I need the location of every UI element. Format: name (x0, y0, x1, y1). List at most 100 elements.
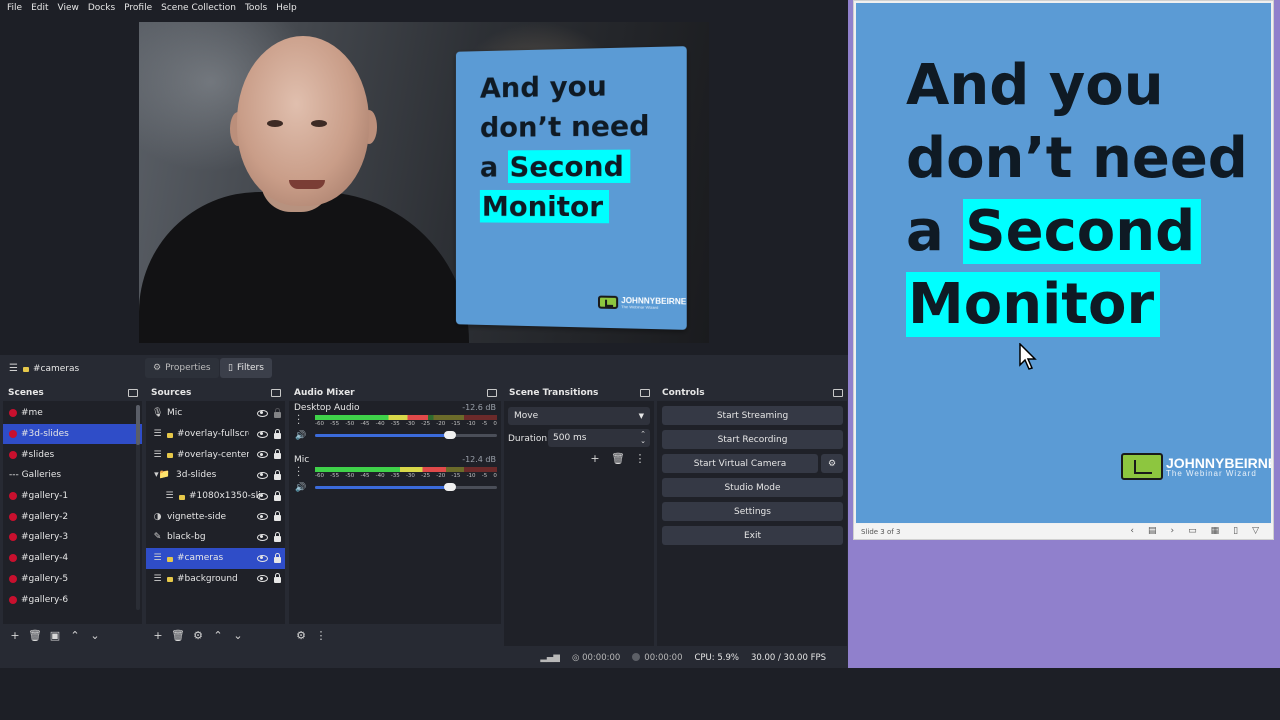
scene-item[interactable]: #slides (3, 444, 142, 465)
scene-item[interactable]: #gallery-5 (3, 569, 142, 590)
source-item[interactable]: ✎ black-bg (146, 527, 285, 548)
scene-item[interactable]: --- Galleries (3, 465, 142, 486)
scene-item[interactable]: #gallery-4 (3, 548, 142, 569)
slide-grid-icon[interactable]: ▤ (1148, 526, 1157, 536)
source-item[interactable]: ☰ #1080x1350-sli (146, 486, 285, 507)
meter-tick-label: -30 (405, 421, 415, 427)
menu-edit[interactable]: Edit (28, 3, 54, 13)
visibility-eye-icon[interactable] (257, 554, 268, 562)
lock-toggle-icon[interactable] (274, 552, 281, 563)
visibility-eye-icon[interactable] (257, 471, 268, 479)
previous-slide-icon[interactable]: ‹ (1130, 526, 1134, 536)
transition-menu-button[interactable]: ⋮ (633, 451, 647, 465)
menu-docks[interactable]: Docks (85, 3, 121, 13)
add-scene-button[interactable]: + (8, 628, 22, 642)
next-slide-icon[interactable]: › (1170, 526, 1174, 536)
source-item[interactable]: ▾📁 3d-slides (146, 465, 285, 486)
scene-item[interactable]: #gallery-6 (3, 589, 142, 610)
start-virtual-camera-button[interactable]: Start Virtual Camera (662, 454, 818, 473)
lock-toggle-icon[interactable] (274, 469, 281, 480)
slideshow-icon[interactable]: ▽ (1252, 526, 1259, 536)
lock-toggle-icon[interactable] (274, 531, 281, 542)
move-scene-up-button[interactable]: ⌃ (68, 628, 82, 642)
lock-toggle-icon[interactable] (274, 573, 281, 584)
source-item[interactable]: 🎙 Mic (146, 403, 285, 424)
scene-item[interactable]: #gallery-3 (3, 527, 142, 548)
source-item[interactable]: ◑ vignette-side (146, 506, 285, 527)
menu-tools[interactable]: Tools (242, 3, 273, 13)
lock-toggle-icon[interactable] (274, 449, 281, 460)
duration-spinbox[interactable]: 500 ms ⌃ ⌄ (548, 429, 650, 447)
visibility-eye-icon[interactable] (257, 533, 268, 541)
lock-toggle-icon[interactable] (274, 428, 281, 439)
volume-meter (315, 467, 497, 472)
reading-view-icon[interactable]: ▯ (1233, 526, 1238, 536)
source-item[interactable]: ☰ #background (146, 569, 285, 590)
audio-mixer-title: Audio Mixer (294, 387, 355, 398)
source-item[interactable]: ☰ #overlay-fullscree (146, 424, 285, 445)
move-source-up-button[interactable]: ⌃ (211, 628, 225, 642)
visibility-eye-icon[interactable] (257, 575, 268, 583)
menu-scene-collection[interactable]: Scene Collection (158, 3, 242, 13)
source-item[interactable]: ☰ #overlay-center (146, 444, 285, 465)
scene-item[interactable]: #gallery-2 (3, 506, 142, 527)
slide-canvas[interactable]: And you don’t need a Second Monitor JOHN… (856, 3, 1271, 523)
slide-sorter-icon[interactable]: ▦ (1211, 526, 1220, 536)
exit-button[interactable]: Exit (662, 526, 843, 545)
start-recording-button[interactable]: Start Recording (662, 430, 843, 449)
speaker-icon[interactable]: 🔊 (295, 483, 306, 493)
image-icon: ◑ (153, 511, 162, 522)
normal-view-icon[interactable]: ▭ (1188, 526, 1197, 536)
filters-button[interactable]: ▯ Filters (220, 358, 272, 378)
move-source-down-button[interactable]: ⌄ (231, 628, 245, 642)
source-item[interactable]: ☰ #cameras (146, 547, 285, 569)
virtual-camera-settings-button[interactable]: ⚙ (821, 454, 843, 473)
channel-menu-icon[interactable]: · · · (297, 464, 301, 482)
menu-profile[interactable]: Profile (121, 3, 158, 13)
visibility-eye-icon[interactable] (257, 513, 268, 521)
source-label: #overlay-center (177, 449, 249, 460)
transition-select[interactable]: Move ▼ (508, 407, 650, 425)
visibility-eye-icon[interactable] (257, 451, 268, 459)
undock-icon[interactable] (833, 388, 843, 397)
lock-toggle-icon[interactable] (274, 490, 281, 501)
scene-filters-button[interactable]: ▣ (48, 628, 62, 642)
visibility-eye-icon[interactable] (257, 492, 268, 500)
add-source-button[interactable]: + (151, 628, 165, 642)
scenes-scrollbar[interactable] (136, 405, 140, 610)
settings-button[interactable]: Settings (662, 502, 843, 521)
properties-button[interactable]: ⚙ Properties (145, 358, 219, 378)
mouse-cursor-icon (1019, 343, 1037, 370)
lock-toggle-icon[interactable] (274, 511, 281, 522)
volume-slider[interactable] (315, 483, 497, 491)
undock-icon[interactable] (640, 388, 650, 397)
menu-view[interactable]: View (55, 3, 85, 13)
remove-source-button[interactable]: 🗑 (171, 628, 185, 642)
channel-menu-icon[interactable]: · · · (297, 412, 301, 430)
program-preview[interactable]: And you don’t need a Second Monitor JOHN… (139, 22, 709, 343)
move-scene-down-button[interactable]: ⌄ (88, 628, 102, 642)
remove-transition-button[interactable]: 🗑 (611, 451, 625, 465)
advanced-audio-button[interactable]: ⚙ (294, 628, 308, 642)
source-properties-button[interactable]: ⚙ (191, 628, 205, 642)
speaker-icon[interactable]: 🔊 (295, 431, 306, 441)
menu-file[interactable]: File (4, 3, 28, 13)
menu-help[interactable]: Help (273, 3, 303, 13)
meter-tick-label: -25 (421, 473, 431, 479)
scene-item[interactable]: #me (3, 403, 142, 424)
remove-scene-button[interactable]: 🗑 (28, 628, 42, 642)
start-streaming-button[interactable]: Start Streaming (662, 406, 843, 425)
meter-scale: -60 -55 -50 -45 -40 -35 -30 -25 -20 -15 -10 -5 0 (315, 421, 497, 427)
scene-item[interactable]: #3d-slides (3, 423, 142, 445)
lock-toggle-icon[interactable] (274, 407, 281, 418)
mixer-menu-button[interactable]: ⋮ (314, 628, 328, 642)
visibility-eye-icon[interactable] (257, 409, 268, 417)
undock-icon[interactable] (487, 388, 497, 397)
undock-icon[interactable] (128, 388, 138, 397)
volume-slider[interactable] (315, 431, 497, 439)
add-transition-button[interactable]: + (588, 451, 602, 465)
studio-mode-button[interactable]: Studio Mode (662, 478, 843, 497)
visibility-eye-icon[interactable] (257, 430, 268, 438)
undock-icon[interactable] (271, 388, 281, 397)
scene-item[interactable]: #gallery-1 (3, 486, 142, 507)
